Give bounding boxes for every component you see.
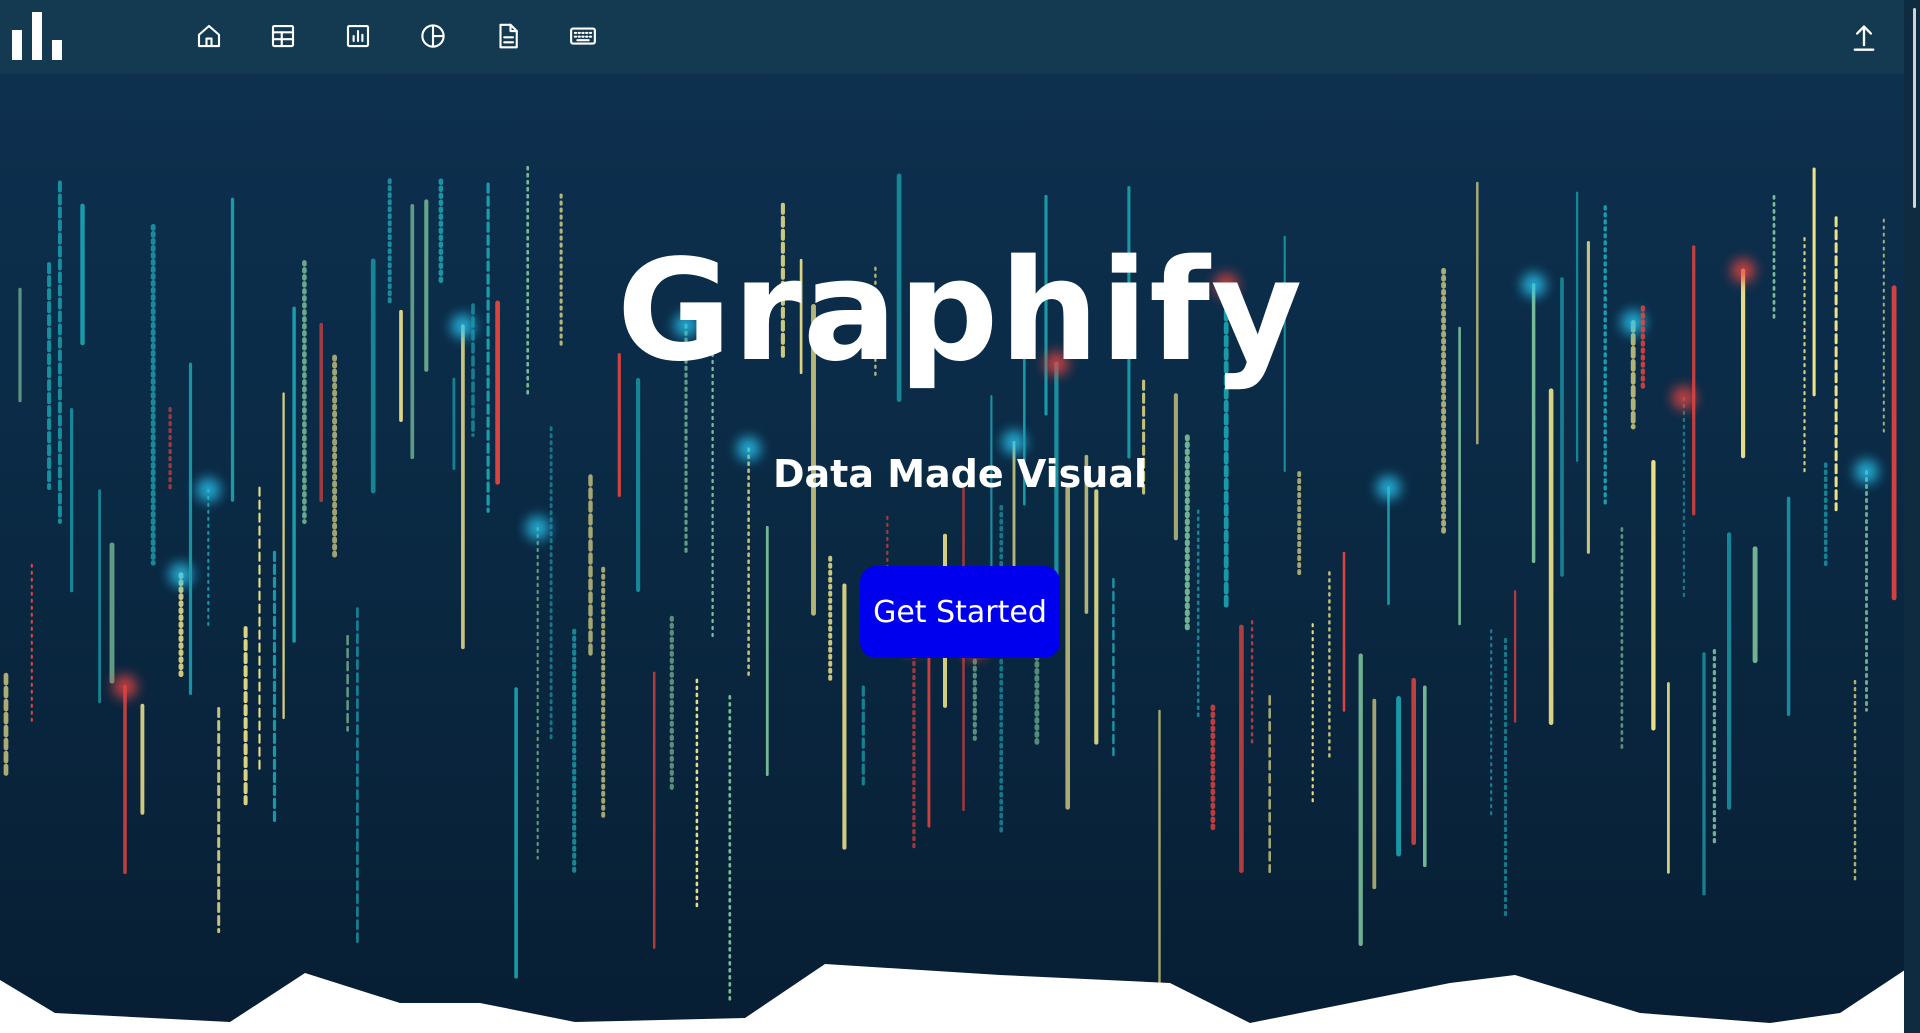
table-icon[interactable]	[267, 20, 299, 52]
glow-dot	[113, 674, 137, 699]
page-title: Graphify	[616, 230, 1304, 393]
top-navigation-bar	[0, 0, 1920, 74]
pie-chart-icon[interactable]	[417, 20, 449, 52]
keyboard-icon[interactable]	[567, 20, 599, 52]
jagged-bottom-edge	[0, 960, 1920, 1033]
hero-section: Graphify Data Made Visual Get Started	[0, 0, 1920, 1033]
scrollbar[interactable]	[1904, 0, 1920, 1033]
tagline: Data Made Visual	[773, 452, 1147, 496]
document-icon[interactable]	[492, 20, 524, 52]
decorative-data-lines	[0, 165, 1920, 1033]
logo-bar-chart-icon[interactable]	[12, 12, 64, 60]
glow-dot	[1002, 430, 1026, 455]
glow-dot	[525, 516, 550, 540]
home-icon[interactable]	[193, 20, 225, 52]
upload-icon[interactable]	[1850, 22, 1878, 52]
get-started-button[interactable]: Get Started	[860, 566, 1060, 658]
bar-chart-icon[interactable]	[342, 20, 374, 52]
scrollbar-thumb[interactable]	[1913, 8, 1916, 208]
